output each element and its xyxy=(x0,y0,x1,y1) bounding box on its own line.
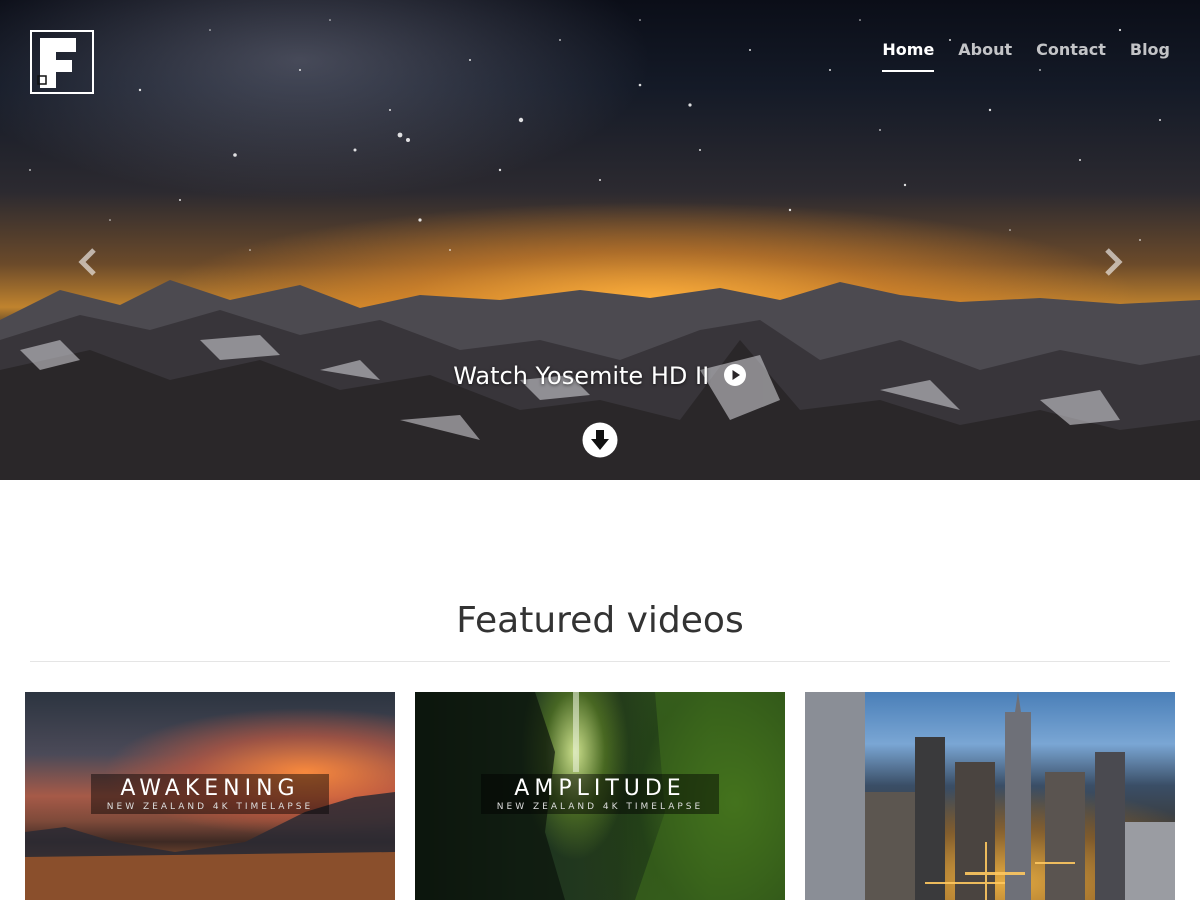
video-thumbnail-city[interactable] xyxy=(805,692,1175,900)
main-nav: Home About Contact Blog xyxy=(858,40,1170,72)
hero-cta-label: Watch Yosemite HD II xyxy=(453,362,710,390)
scroll-down-button[interactable] xyxy=(582,422,618,458)
chevron-left-icon xyxy=(78,248,96,276)
carousel-prev-button[interactable] xyxy=(74,246,104,278)
section-divider xyxy=(30,661,1170,662)
video-thumbnail-awakening[interactable]: AWAKENING NEW ZEALAND 4K TIMELAPSE xyxy=(25,692,395,900)
nav-about[interactable]: About xyxy=(958,40,1012,72)
video-subtitle: NEW ZEALAND 4K TIMELAPSE xyxy=(106,802,314,812)
carousel-next-button[interactable] xyxy=(1097,246,1127,278)
video-title-overlay: AWAKENING NEW ZEALAND 4K TIMELAPSE xyxy=(91,774,329,814)
nav-contact[interactable]: Contact xyxy=(1036,40,1106,72)
video-subtitle: NEW ZEALAND 4K TIMELAPSE xyxy=(496,802,704,812)
featured-videos-heading: Featured videos xyxy=(456,600,744,641)
hero-slider: Home About Contact Blog Watch Yosemite H… xyxy=(0,0,1200,480)
chevron-right-icon xyxy=(1105,248,1123,276)
play-circle-icon xyxy=(723,364,746,386)
nav-blog[interactable]: Blog xyxy=(1130,40,1170,72)
video-title-overlay: AMPLITUDE NEW ZEALAND 4K TIMELAPSE xyxy=(481,774,719,814)
nav-home[interactable]: Home xyxy=(882,40,934,72)
arrow-down-circle-icon xyxy=(582,422,618,458)
video-title: AMPLITUDE xyxy=(514,776,686,801)
video-thumbnail-amplitude[interactable]: AMPLITUDE NEW ZEALAND 4K TIMELAPSE xyxy=(415,692,785,900)
site-logo[interactable] xyxy=(30,30,94,94)
city-skyline-scene xyxy=(805,692,1175,900)
hero-cta[interactable]: Watch Yosemite HD II xyxy=(0,360,1200,392)
video-title: AWAKENING xyxy=(120,776,300,801)
f-logo-icon xyxy=(37,38,76,88)
